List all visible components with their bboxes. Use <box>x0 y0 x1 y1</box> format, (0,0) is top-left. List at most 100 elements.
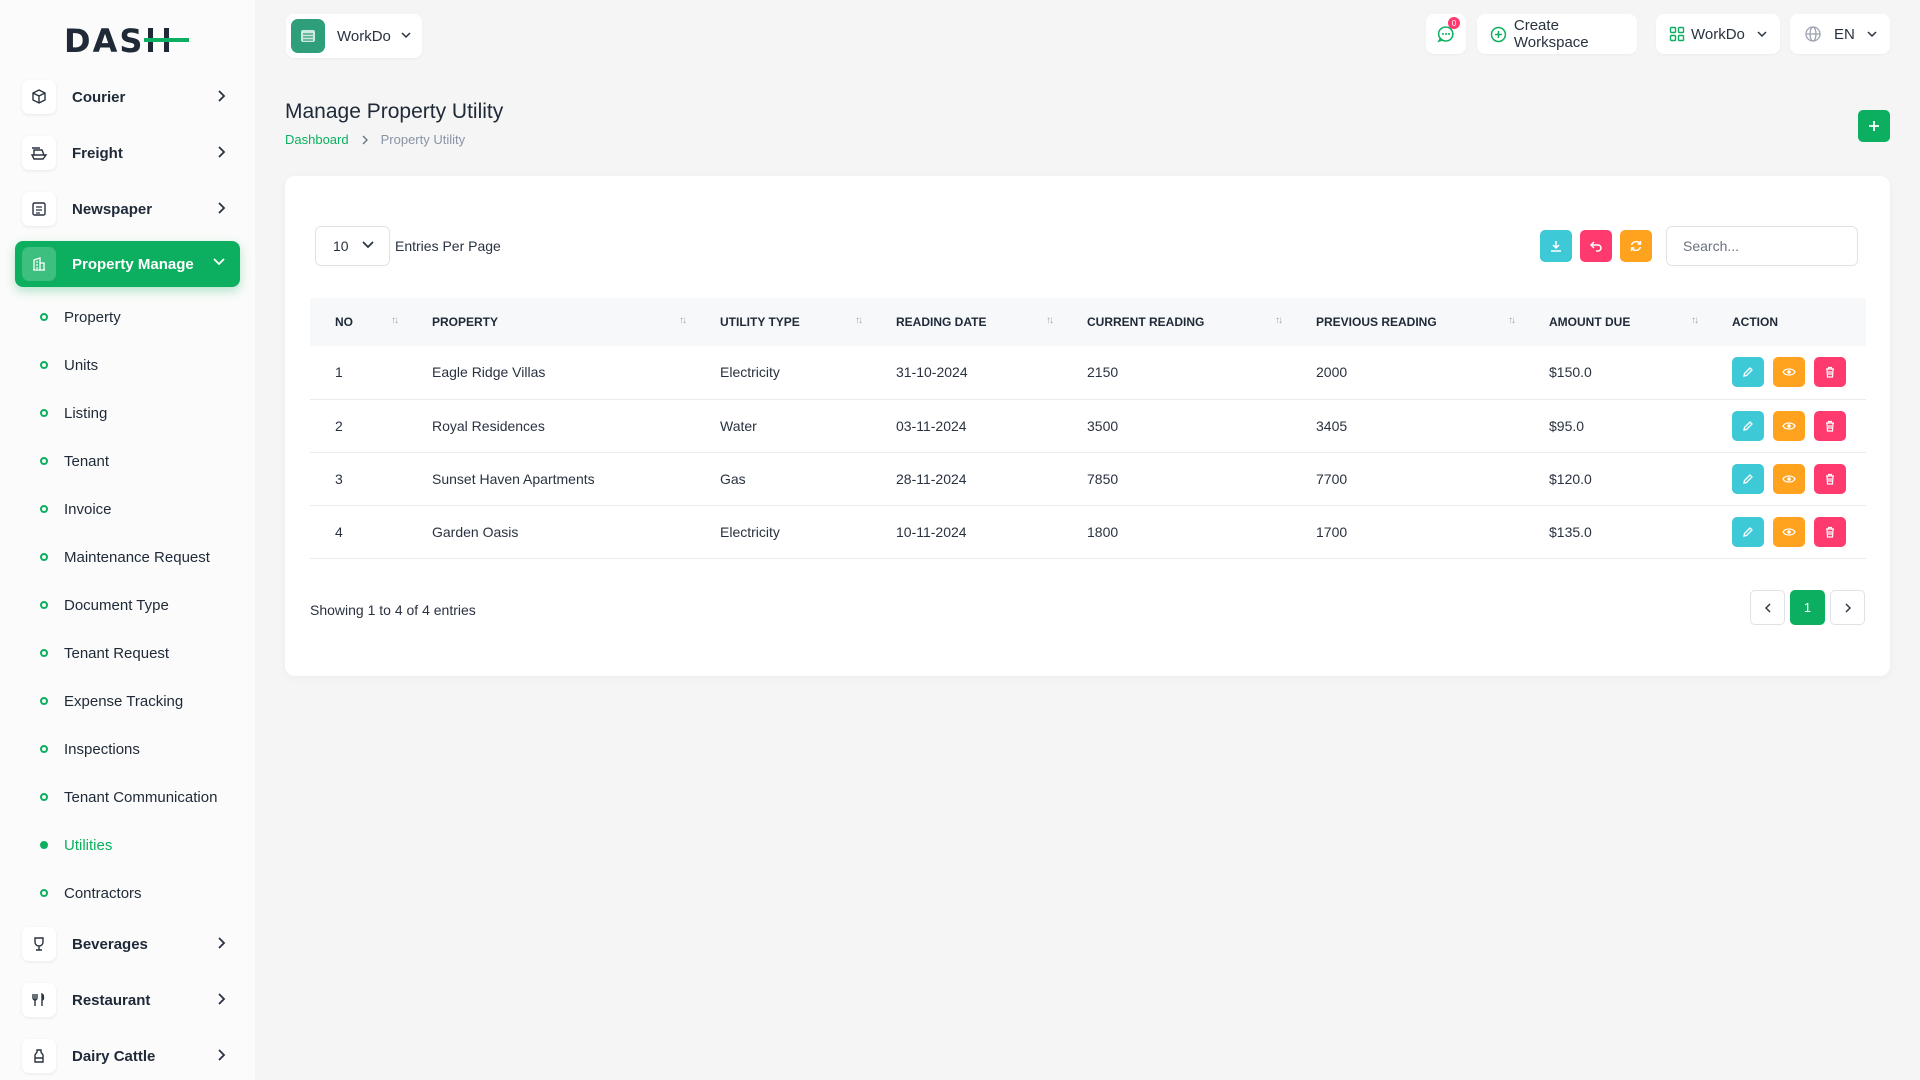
sidebar-subitem-tenant[interactable]: Tenant <box>40 449 109 473</box>
sidebar-subitem-inspections[interactable]: Inspections <box>40 737 140 761</box>
sidebar-item-courier[interactable]: Courier <box>15 74 240 120</box>
table-row: 3 Sunset Haven Apartments Gas 28-11-2024… <box>310 452 1866 506</box>
cell-previous-reading: 2000 <box>1291 346 1524 400</box>
next-page-button[interactable] <box>1830 590 1865 625</box>
view-button[interactable] <box>1773 463 1805 494</box>
chevron-down-icon <box>213 258 225 266</box>
column-header-current-reading[interactable]: CURRENT READING ↑↓ <box>1062 298 1291 346</box>
sidebar-item-label: Courier <box>72 88 126 106</box>
edit-button[interactable] <box>1732 357 1764 388</box>
sidebar-subitem-document-type[interactable]: Document Type <box>40 593 169 617</box>
sidebar: DAS Courier Freight Newspaper Property M… <box>0 0 255 1080</box>
sidebar-subitem-expense-tracking[interactable]: Expense Tracking <box>40 689 183 713</box>
sidebar-subitem-contractors[interactable]: Contractors <box>40 881 142 905</box>
messages-button[interactable]: 0 <box>1426 14 1466 54</box>
sidebar-item-property-manage[interactable]: Property Manage <box>15 241 240 287</box>
download-icon <box>1551 241 1561 252</box>
chevron-down-icon <box>1867 31 1877 38</box>
cell-amount-due: $150.0 <box>1524 346 1707 400</box>
delete-button[interactable] <box>1814 516 1846 547</box>
search-input[interactable] <box>1666 226 1858 266</box>
export-button[interactable] <box>1540 230 1572 262</box>
bullet-icon <box>40 601 48 609</box>
bullet-icon <box>40 313 48 321</box>
chevron-right-icon <box>218 937 226 949</box>
delete-button[interactable] <box>1814 463 1846 494</box>
reset-button[interactable] <box>1580 230 1612 262</box>
cell-no: 2 <box>310 399 407 453</box>
sidebar-subitem-tenant-request[interactable]: Tenant Request <box>40 641 169 665</box>
breadcrumb-home-link[interactable]: Dashboard <box>285 132 349 147</box>
sort-icon: ↑↓ <box>855 315 863 326</box>
bullet-icon <box>40 745 48 753</box>
sidebar-subitem-tenant-communication[interactable]: Tenant Communication <box>40 785 217 809</box>
notification-badge: 0 <box>1448 17 1460 29</box>
column-header-property[interactable]: PROPERTY ↑↓ <box>407 298 695 346</box>
language-selector[interactable]: EN <box>1790 14 1890 54</box>
view-button[interactable] <box>1773 516 1805 547</box>
sidebar-item-label: Restaurant <box>72 991 151 1009</box>
column-header-amount-due[interactable]: AMOUNT DUE ↑↓ <box>1524 298 1707 346</box>
cell-amount-due: $120.0 <box>1524 452 1707 506</box>
sidebar-subitem-maintenance-request[interactable]: Maintenance Request <box>40 545 210 569</box>
workspace-menu-label: WorkDo <box>1691 25 1745 43</box>
sidebar-item-label: Beverages <box>72 935 148 953</box>
entries-per-page-select[interactable]: 10 <box>315 226 390 266</box>
reload-button[interactable] <box>1620 230 1652 262</box>
add-utility-button[interactable] <box>1858 110 1890 142</box>
cell-property: Sunset Haven Apartments <box>407 452 695 506</box>
column-header-previous-reading[interactable]: PREVIOUS READING ↑↓ <box>1291 298 1524 346</box>
cell-reading-date: 31-10-2024 <box>871 346 1062 400</box>
language-label: EN <box>1834 25 1855 43</box>
sort-icon: ↑↓ <box>679 315 687 326</box>
sidebar-subitem-property[interactable]: Property <box>40 305 121 329</box>
cell-property: Eagle Ridge Villas <box>407 346 695 400</box>
page-button[interactable]: 1 <box>1790 590 1825 625</box>
column-header-no[interactable]: NO ↑↓ <box>310 298 407 346</box>
sidebar-item-dairy-cattle[interactable]: Dairy Cattle <box>15 1033 240 1079</box>
column-header-reading-date[interactable]: READING DATE ↑↓ <box>871 298 1062 346</box>
delete-button[interactable] <box>1814 410 1846 441</box>
sidebar-item-beverages[interactable]: Beverages <box>15 921 240 967</box>
sidebar-item-restaurant[interactable]: Restaurant <box>15 977 240 1023</box>
bullet-icon <box>40 553 48 561</box>
utensils-icon <box>22 983 56 1017</box>
view-button[interactable] <box>1773 357 1805 388</box>
chevron-left-icon <box>1764 603 1770 612</box>
sidebar-subitem-label: Invoice <box>64 500 112 518</box>
previous-page-button[interactable] <box>1750 590 1785 625</box>
delete-button[interactable] <box>1814 357 1846 388</box>
view-button[interactable] <box>1773 410 1805 441</box>
column-header-utility-type[interactable]: UTILITY TYPE ↑↓ <box>695 298 871 346</box>
svg-text:DAS: DAS <box>64 22 144 58</box>
sidebar-subitem-units[interactable]: Units <box>40 353 98 377</box>
entries-per-page-label: Entries Per Page <box>395 238 501 254</box>
cell-utility-type: Water <box>695 399 871 453</box>
entries-value: 10 <box>333 238 349 254</box>
building-icon <box>22 247 56 281</box>
sidebar-item-newspaper[interactable]: Newspaper <box>15 186 240 232</box>
sidebar-item-label: Newspaper <box>72 200 153 218</box>
workspace-menu-button[interactable]: WorkDo <box>1656 14 1780 54</box>
edit-button[interactable] <box>1732 516 1764 547</box>
sidebar-item-freight[interactable]: Freight <box>15 130 240 176</box>
sidebar-subitem-listing[interactable]: Listing <box>40 401 107 425</box>
chevron-right-icon <box>218 1049 226 1061</box>
cell-current-reading: 2150 <box>1062 346 1291 400</box>
create-workspace-button[interactable]: Create Workspace <box>1477 14 1637 54</box>
cell-previous-reading: 7700 <box>1291 452 1524 506</box>
edit-button[interactable] <box>1732 410 1764 441</box>
dash-logo[interactable]: DAS <box>64 22 190 58</box>
sidebar-subitem-utilities[interactable]: Utilities <box>40 833 112 857</box>
trash-icon <box>1826 526 1834 538</box>
workspace-selector[interactable]: WorkDo <box>286 14 422 58</box>
box-icon <box>22 80 56 114</box>
bullet-icon <box>40 361 48 369</box>
cell-utility-type: Gas <box>695 452 871 506</box>
pencil-icon <box>1743 473 1753 484</box>
sidebar-subitem-invoice[interactable]: Invoice <box>40 497 112 521</box>
edit-button[interactable] <box>1732 463 1764 494</box>
sidebar-item-label: Dairy Cattle <box>72 1047 156 1065</box>
column-header-label: UTILITY TYPE <box>720 315 800 329</box>
cell-no: 1 <box>310 346 407 400</box>
